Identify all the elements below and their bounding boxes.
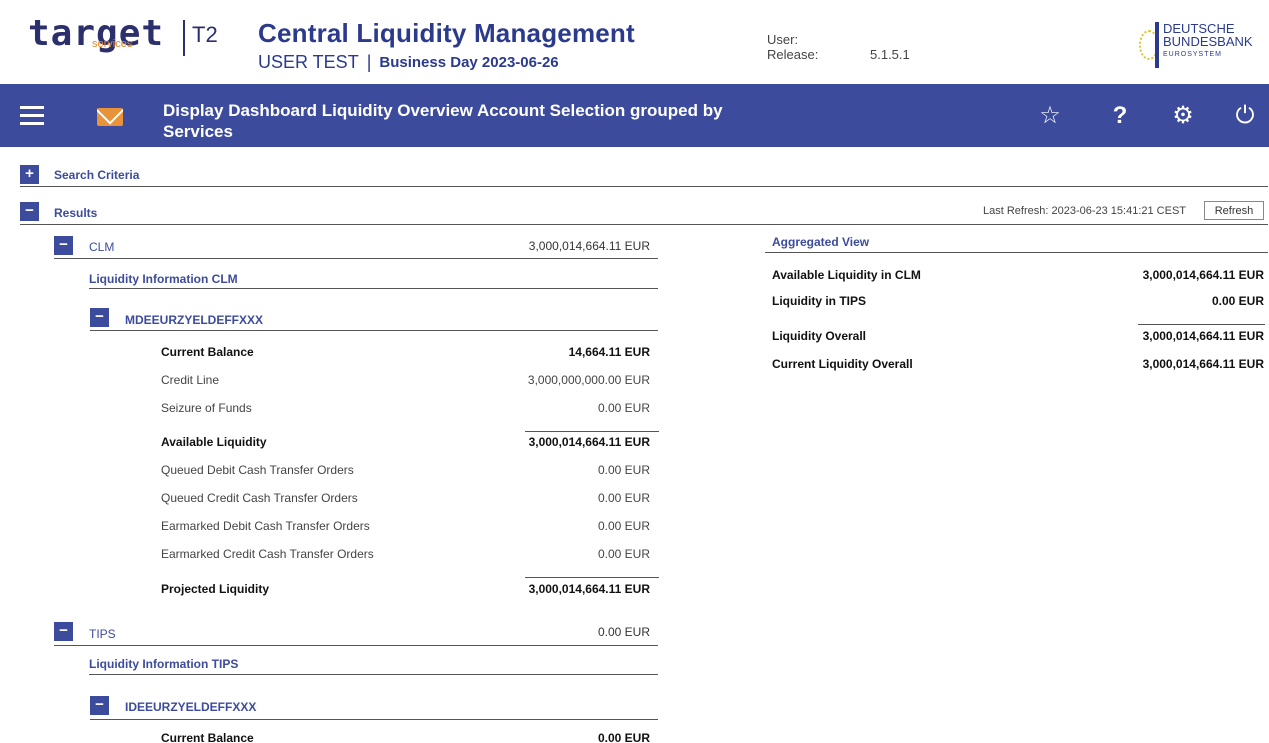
release-label: Release: (767, 47, 819, 62)
clm-row-label: Earmarked Debit Cash Transfer Orders (161, 519, 370, 533)
sum-line (1138, 324, 1265, 325)
clm-row-value: 3,000,000,000.00 EUR (527, 373, 650, 387)
clm-info-label: Liquidity Information CLM (89, 272, 238, 286)
results-toggle[interactable]: − (20, 202, 39, 221)
aggregated-row-label: Current Liquidity Overall (772, 357, 913, 371)
nav-bar: Display Dashboard Liquidity Overview Acc… (0, 84, 1269, 147)
clm-account-label[interactable]: MDEEURZYELDEFFXXX (125, 313, 263, 327)
bundesbank-logo: DEUTSCHE BUNDESBANK EUROSYSTEM (1135, 22, 1265, 70)
tips-account-divider (90, 719, 658, 720)
gear-icon[interactable]: ⚙ (1168, 101, 1198, 131)
tips-label[interactable]: TIPS (89, 627, 116, 641)
clm-account-toggle[interactable]: − (90, 308, 109, 327)
aggregated-row-label: Liquidity Overall (772, 329, 867, 343)
results-divider (20, 224, 1268, 225)
clm-row-value: 3,000,014,664.11 EUR (528, 435, 650, 449)
sum-line (525, 431, 659, 432)
clm-divider (54, 258, 658, 259)
results-label[interactable]: Results (54, 206, 97, 220)
clm-row-label: Projected Liquidity (161, 582, 270, 596)
sum-line (525, 577, 659, 578)
user-release-labels: User: Release: (767, 32, 818, 62)
clm-row-label: Seizure of Funds (161, 401, 252, 415)
help-icon[interactable]: ? (1105, 101, 1135, 131)
clm-row-value: 0.00 EUR (597, 463, 650, 477)
app-header: target services T2 Central Liquidity Man… (0, 0, 1269, 80)
business-day: Business Day 2023-06-26 (379, 54, 559, 71)
tips-divider (54, 645, 658, 646)
aggregated-row-value: 3,000,014,664.11 EUR (1142, 357, 1264, 371)
clm-total: 3,000,014,664.11 EUR (528, 239, 650, 253)
aggregated-divider (765, 252, 1268, 253)
aggregated-row-value: 3,000,014,664.11 EUR (1142, 329, 1264, 343)
clm-row-label: Credit Line (161, 373, 220, 387)
release-value: 5.1.5.1 (870, 47, 910, 62)
search-criteria-toggle[interactable]: + (20, 165, 39, 184)
clm-row-label: Earmarked Credit Cash Transfer Orders (161, 547, 374, 561)
environment-line: USER TEST | Business Day 2023-06-26 (258, 52, 559, 73)
bundesbank-text: DEUTSCHE BUNDESBANK EUROSYSTEM (1163, 22, 1253, 61)
aggregated-row-value: 3,000,014,664.11 EUR (1142, 268, 1264, 282)
logo-divider (183, 20, 185, 56)
app-title: Central Liquidity Management (258, 18, 635, 48)
refresh-button[interactable]: Refresh (1204, 201, 1264, 220)
clm-row-label: Queued Credit Cash Transfer Orders (161, 491, 358, 505)
bank-line3: EUROSYSTEM (1163, 51, 1223, 58)
clm-row-label: Queued Debit Cash Transfer Orders (161, 463, 354, 477)
clm-row-value: 0.00 EUR (597, 491, 650, 505)
star-icon[interactable]: ☆ (1035, 101, 1065, 131)
tips-row-value: 0.00 EUR (597, 731, 650, 743)
environment-label: USER TEST (258, 52, 359, 72)
aggregated-row-value: 0.00 EUR (1211, 294, 1264, 308)
clm-info-divider (89, 288, 658, 289)
tips-info-divider (89, 674, 658, 675)
page-title: Display Dashboard Liquidity Overview Acc… (163, 101, 723, 141)
clm-row-value: 0.00 EUR (597, 519, 650, 533)
clm-label[interactable]: CLM (89, 240, 114, 254)
aggregated-view-label: Aggregated View (772, 235, 870, 249)
bank-line2: BUNDESBANK (1163, 34, 1253, 49)
environment-separator: | (366, 52, 372, 72)
logo-t2: T2 (192, 22, 218, 47)
aggregated-row-label: Available Liquidity in CLM (772, 268, 921, 282)
clm-row-label: Available Liquidity (161, 435, 267, 449)
aggregated-row-label: Liquidity in TIPS (772, 294, 866, 308)
menu-icon[interactable] (20, 106, 44, 126)
clm-row-value: 14,664.11 EUR (568, 345, 650, 359)
clm-row-value: 0.00 EUR (597, 401, 650, 415)
clm-toggle[interactable]: − (54, 236, 73, 255)
clm-account-divider (90, 330, 658, 331)
tips-toggle[interactable]: − (54, 622, 73, 641)
power-icon[interactable]: ⏻ (1230, 101, 1260, 131)
search-criteria-divider (20, 186, 1268, 187)
clm-row-label: Current Balance (161, 345, 254, 359)
clm-row-value: 0.00 EUR (597, 547, 650, 561)
mail-icon[interactable] (97, 108, 123, 126)
tips-info-label: Liquidity Information TIPS (89, 657, 239, 671)
tips-total: 0.00 EUR (597, 625, 650, 639)
tips-row-label: Current Balance (161, 731, 254, 743)
clm-row-value: 3,000,014,664.11 EUR (528, 582, 650, 596)
user-label: User: (767, 32, 799, 47)
last-refresh-text: Last Refresh: 2023-06-23 15:41:21 CEST (983, 205, 1187, 217)
tips-account-toggle[interactable]: − (90, 696, 109, 715)
search-criteria-label[interactable]: Search Criteria (54, 168, 139, 182)
tips-account-label[interactable]: IDEEURZYELDEFFXXX (125, 700, 256, 714)
bundesbank-bar (1155, 22, 1159, 68)
logo-subtext: services (92, 38, 133, 50)
